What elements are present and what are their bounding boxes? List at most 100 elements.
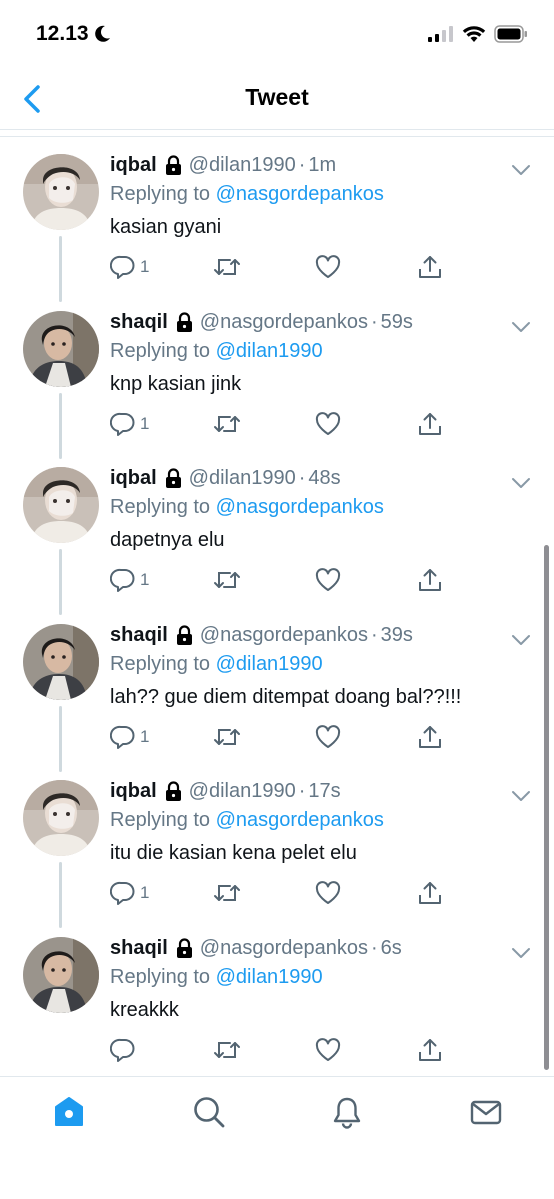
replying-to-link[interactable]: @dilan1990 <box>216 340 323 362</box>
tweet-item[interactable]: shaqil @nasgordepankos · 59s Replying to @di… <box>0 297 554 459</box>
replying-to-link[interactable]: @nasgordepankos <box>216 183 384 205</box>
display-name[interactable]: shaqil <box>110 620 168 650</box>
tweet-time: 39s <box>380 623 413 646</box>
tweet-menu-button[interactable] <box>510 469 532 499</box>
separator-dot: · <box>371 310 378 333</box>
tweet-text: kreakkk <box>110 998 179 1021</box>
tweet-item[interactable]: iqbal @dilan1990 · 1m Replying to @nasgordep… <box>0 140 554 302</box>
like-button[interactable] <box>315 880 341 906</box>
like-button[interactable] <box>315 567 341 593</box>
tweet-body: shaqil @nasgordepankos · 39s Replying to @di… <box>110 620 534 714</box>
like-button[interactable] <box>315 1037 341 1063</box>
display-name[interactable]: iqbal <box>110 150 157 180</box>
like-button[interactable] <box>315 724 341 750</box>
tweet-time: 6s <box>380 936 402 959</box>
tab-search[interactable] <box>192 1095 226 1129</box>
reply-icon <box>110 725 135 749</box>
tweet-item[interactable]: iqbal @dilan1990 · 48s Replying to @nasgorde… <box>0 453 554 615</box>
reply-button[interactable]: 1 <box>110 724 149 750</box>
separator-dot: · <box>371 623 378 646</box>
tweet-actions: 1 <box>110 411 450 441</box>
retweet-icon <box>214 885 240 901</box>
mail-icon <box>470 1100 502 1125</box>
scrollbar[interactable] <box>544 545 549 1070</box>
replying-to-line: Replying to @dilan1990 <box>110 337 534 365</box>
separator-dot: · <box>298 467 306 489</box>
user-handle[interactable]: @dilan1990 <box>189 150 296 180</box>
tweet-body: shaqil @nasgordepankos · 6s Replying to @dil… <box>110 933 534 1027</box>
tweet-menu-button[interactable] <box>510 626 532 656</box>
display-name[interactable]: shaqil <box>110 307 168 337</box>
display-name[interactable]: shaqil <box>110 933 168 963</box>
replying-to-link[interactable]: @nasgordepankos <box>216 809 384 831</box>
protected-lock <box>175 937 194 958</box>
user-handle[interactable]: @nasgordepankos <box>200 933 368 963</box>
tweet-text: lah?? gue diem ditempat doang bal??!!! <box>110 685 462 708</box>
retweet-button[interactable] <box>213 880 241 906</box>
avatar[interactable] <box>23 467 99 543</box>
heart-icon <box>315 1037 341 1061</box>
moon-icon <box>94 25 110 42</box>
status-bar: 12.13 <box>0 0 554 70</box>
tweet-menu-button[interactable] <box>510 156 532 186</box>
tweet-list[interactable]: iqbal @dilan1990 · 1m Replying to @nasgordep… <box>0 140 554 1079</box>
user-handle[interactable]: @nasgordepankos <box>200 307 368 337</box>
replying-to-line: Replying to @dilan1990 <box>110 963 534 991</box>
replying-to-link[interactable]: @dilan1990 <box>216 966 323 988</box>
retweet-button[interactable] <box>213 567 241 593</box>
tweet-menu-button[interactable] <box>510 313 532 343</box>
display-name[interactable]: iqbal <box>110 463 157 493</box>
replying-to-line: Replying to @nasgordepankos <box>110 180 534 208</box>
tweet-time: 17s <box>308 780 341 802</box>
tab-home[interactable] <box>52 1095 86 1129</box>
tweet-time: 48s <box>308 467 341 489</box>
share-button[interactable] <box>417 567 443 593</box>
retweet-button[interactable] <box>213 1037 241 1063</box>
reply-count: 1 <box>140 413 150 433</box>
protected-lock <box>175 624 194 645</box>
tweet-item[interactable]: shaqil @nasgordepankos · 6s Replying to @dil… <box>0 923 554 1080</box>
retweet-button[interactable] <box>213 254 241 280</box>
lock-icon <box>176 311 192 332</box>
reply-button[interactable] <box>110 1037 140 1063</box>
tweet-time: 59s <box>380 310 413 333</box>
share-button[interactable] <box>417 880 443 906</box>
tweet-menu-button[interactable] <box>510 782 532 812</box>
like-button[interactable] <box>315 411 341 437</box>
avatar[interactable] <box>23 310 99 387</box>
share-button[interactable] <box>417 254 443 280</box>
replying-prefix: Replying to <box>110 965 211 988</box>
avatar-image <box>23 154 99 230</box>
reply-button[interactable]: 1 <box>110 880 149 906</box>
avatar[interactable] <box>23 780 99 856</box>
avatar[interactable] <box>23 936 99 1013</box>
tweet-item[interactable]: iqbal @dilan1990 · 17s Replying to @nasgorde… <box>0 766 554 928</box>
share-button[interactable] <box>417 411 443 437</box>
like-button[interactable] <box>315 254 341 280</box>
reply-button[interactable]: 1 <box>110 567 149 593</box>
avatar[interactable] <box>23 623 99 700</box>
replying-to-link[interactable]: @dilan1990 <box>216 653 323 675</box>
user-handle[interactable]: @dilan1990 <box>189 463 296 493</box>
tweet-menu-button[interactable] <box>510 939 532 969</box>
thread-line <box>59 862 62 928</box>
share-button[interactable] <box>417 1037 443 1063</box>
display-name[interactable]: iqbal <box>110 776 157 806</box>
reply-button[interactable]: 1 <box>110 254 149 280</box>
retweet-button[interactable] <box>213 724 241 750</box>
tab-messages[interactable] <box>469 1095 503 1129</box>
reply-button[interactable]: 1 <box>110 411 149 437</box>
separator-dot: · <box>298 154 306 176</box>
tweet-item[interactable]: shaqil @nasgordepankos · 39s Replying to @di… <box>0 610 554 772</box>
status-icons <box>428 25 528 43</box>
avatar[interactable] <box>23 154 99 230</box>
tab-notifications[interactable] <box>330 1095 364 1129</box>
nav-header: Tweet <box>0 70 554 130</box>
tweet-header: shaqil @nasgordepankos · 59s <box>110 307 534 337</box>
lock-icon <box>165 155 181 175</box>
user-handle[interactable]: @nasgordepankos <box>200 620 368 650</box>
share-button[interactable] <box>417 724 443 750</box>
user-handle[interactable]: @dilan1990 <box>189 776 296 806</box>
replying-to-link[interactable]: @nasgordepankos <box>216 496 384 518</box>
retweet-button[interactable] <box>213 411 241 437</box>
